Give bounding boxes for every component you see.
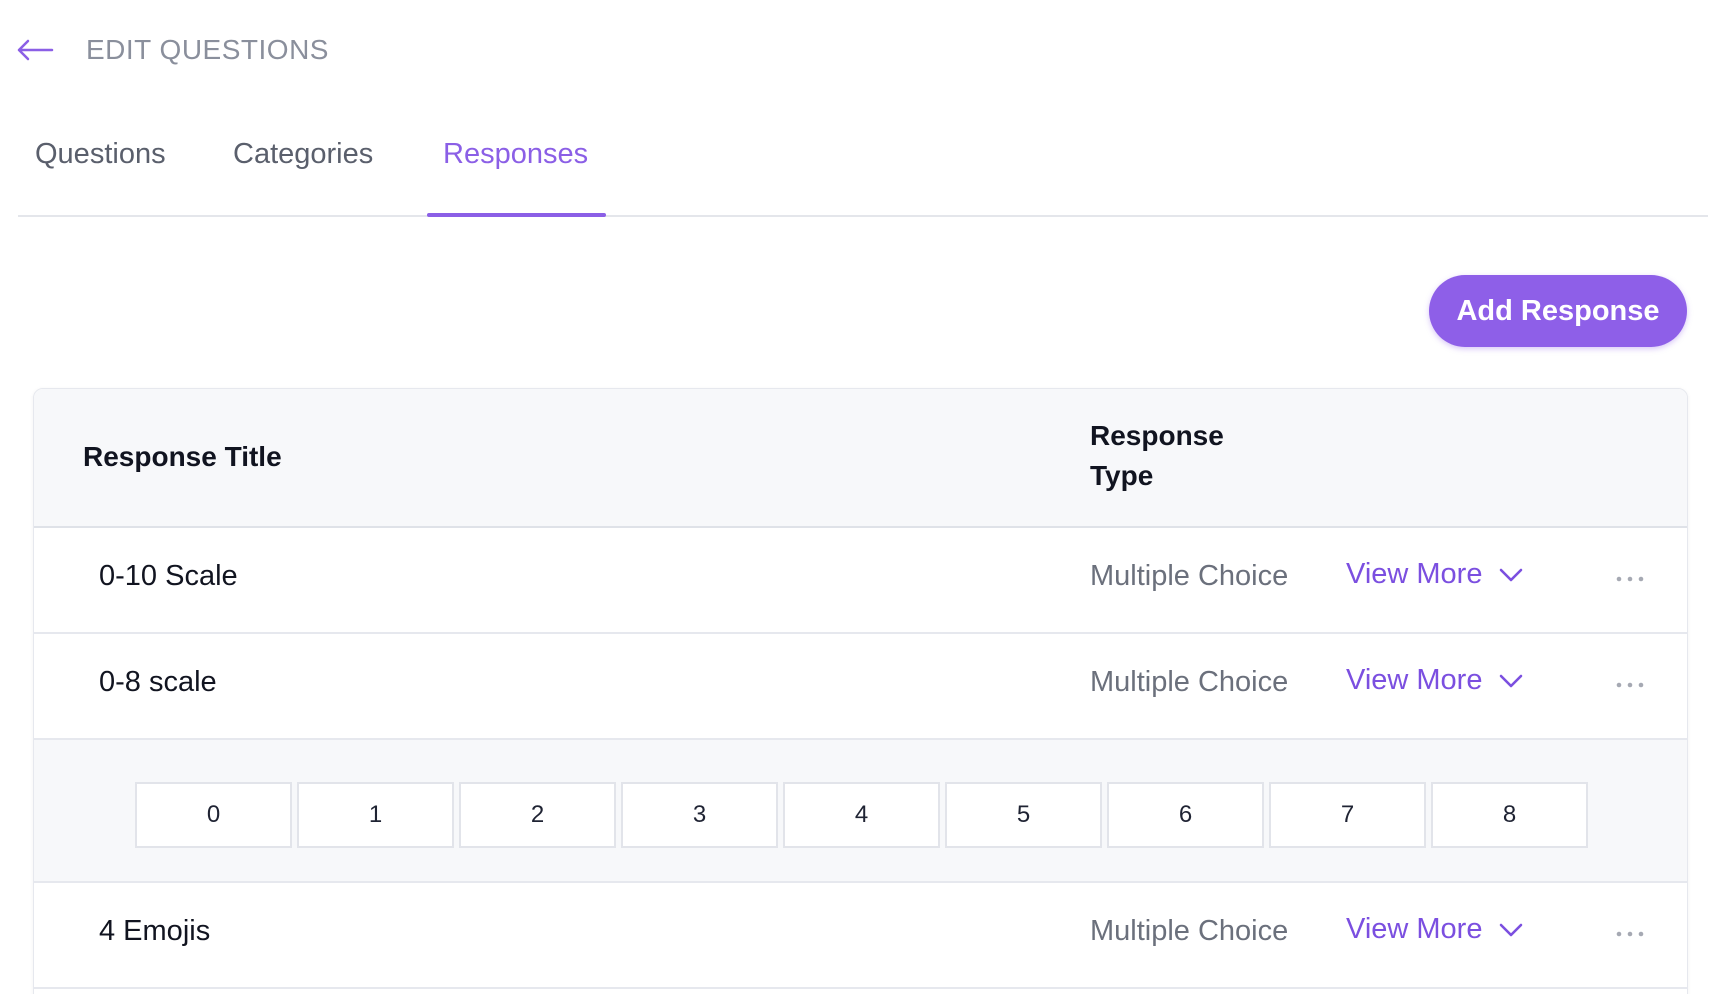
view-more-label: View More <box>1346 913 1483 945</box>
view-more-button[interactable]: View More <box>1346 913 1524 946</box>
table-row: 0-8 scale Multiple Choice View More <box>34 634 1687 740</box>
column-header-title: Response Title <box>83 441 282 472</box>
view-more-button[interactable]: View More <box>1346 664 1524 697</box>
response-type: Multiple Choice <box>1090 666 1289 698</box>
scale-option[interactable]: 1 <box>297 782 454 848</box>
response-title: 0-8 scale <box>99 666 217 698</box>
view-more-button[interactable]: View More <box>1346 558 1524 591</box>
scale-options: 0 1 2 3 4 5 6 7 8 <box>135 782 1588 848</box>
table-header: Response Title Response Type <box>34 389 1687 528</box>
tab-responses[interactable]: Responses <box>443 138 588 171</box>
view-more-label: View More <box>1346 558 1483 590</box>
chevron-down-icon <box>1498 671 1524 691</box>
scale-option[interactable]: 3 <box>621 782 778 848</box>
chevron-down-icon <box>1498 565 1524 585</box>
active-tab-indicator <box>427 213 606 217</box>
view-more-label: View More <box>1346 664 1483 696</box>
response-type: Multiple Choice <box>1090 560 1289 592</box>
response-title: 0-10 Scale <box>99 560 238 592</box>
table-row: 0-10 Scale Multiple Choice View More <box>34 528 1687 634</box>
scale-option[interactable]: 5 <box>945 782 1102 848</box>
more-options-icon[interactable] <box>1613 564 1647 594</box>
column-header-type: Response Type <box>1090 420 1224 491</box>
chevron-down-icon <box>1498 920 1524 940</box>
response-title: 4 Emojis <box>99 915 211 947</box>
scale-option[interactable]: 4 <box>783 782 940 848</box>
scale-option[interactable]: 0 <box>135 782 292 848</box>
expanded-response-options: 0 1 2 3 4 5 6 7 8 <box>34 740 1687 883</box>
more-options-icon[interactable] <box>1613 919 1647 949</box>
response-type: Multiple Choice <box>1090 915 1289 947</box>
scale-option[interactable]: 2 <box>459 782 616 848</box>
scale-option[interactable]: 6 <box>1107 782 1264 848</box>
tab-categories[interactable]: Categories <box>233 138 373 171</box>
scale-option[interactable]: 8 <box>1431 782 1588 848</box>
page-title: EDIT QUESTIONS <box>86 34 329 65</box>
edit-questions-page: EDIT QUESTIONS Questions Categories Resp… <box>0 0 1720 994</box>
responses-table: Response Title Response Type 0-10 Scale … <box>33 388 1688 994</box>
add-response-button[interactable]: Add Response <box>1429 275 1687 347</box>
tab-bar: Questions Categories Responses <box>18 128 1708 217</box>
arrow-left-icon[interactable] <box>16 36 56 64</box>
table-row: 4 Emojis Multiple Choice View More <box>34 883 1687 989</box>
more-options-icon[interactable] <box>1613 670 1647 700</box>
scale-option[interactable]: 7 <box>1269 782 1426 848</box>
page-header: EDIT QUESTIONS <box>16 28 329 72</box>
tab-questions[interactable]: Questions <box>35 138 166 171</box>
